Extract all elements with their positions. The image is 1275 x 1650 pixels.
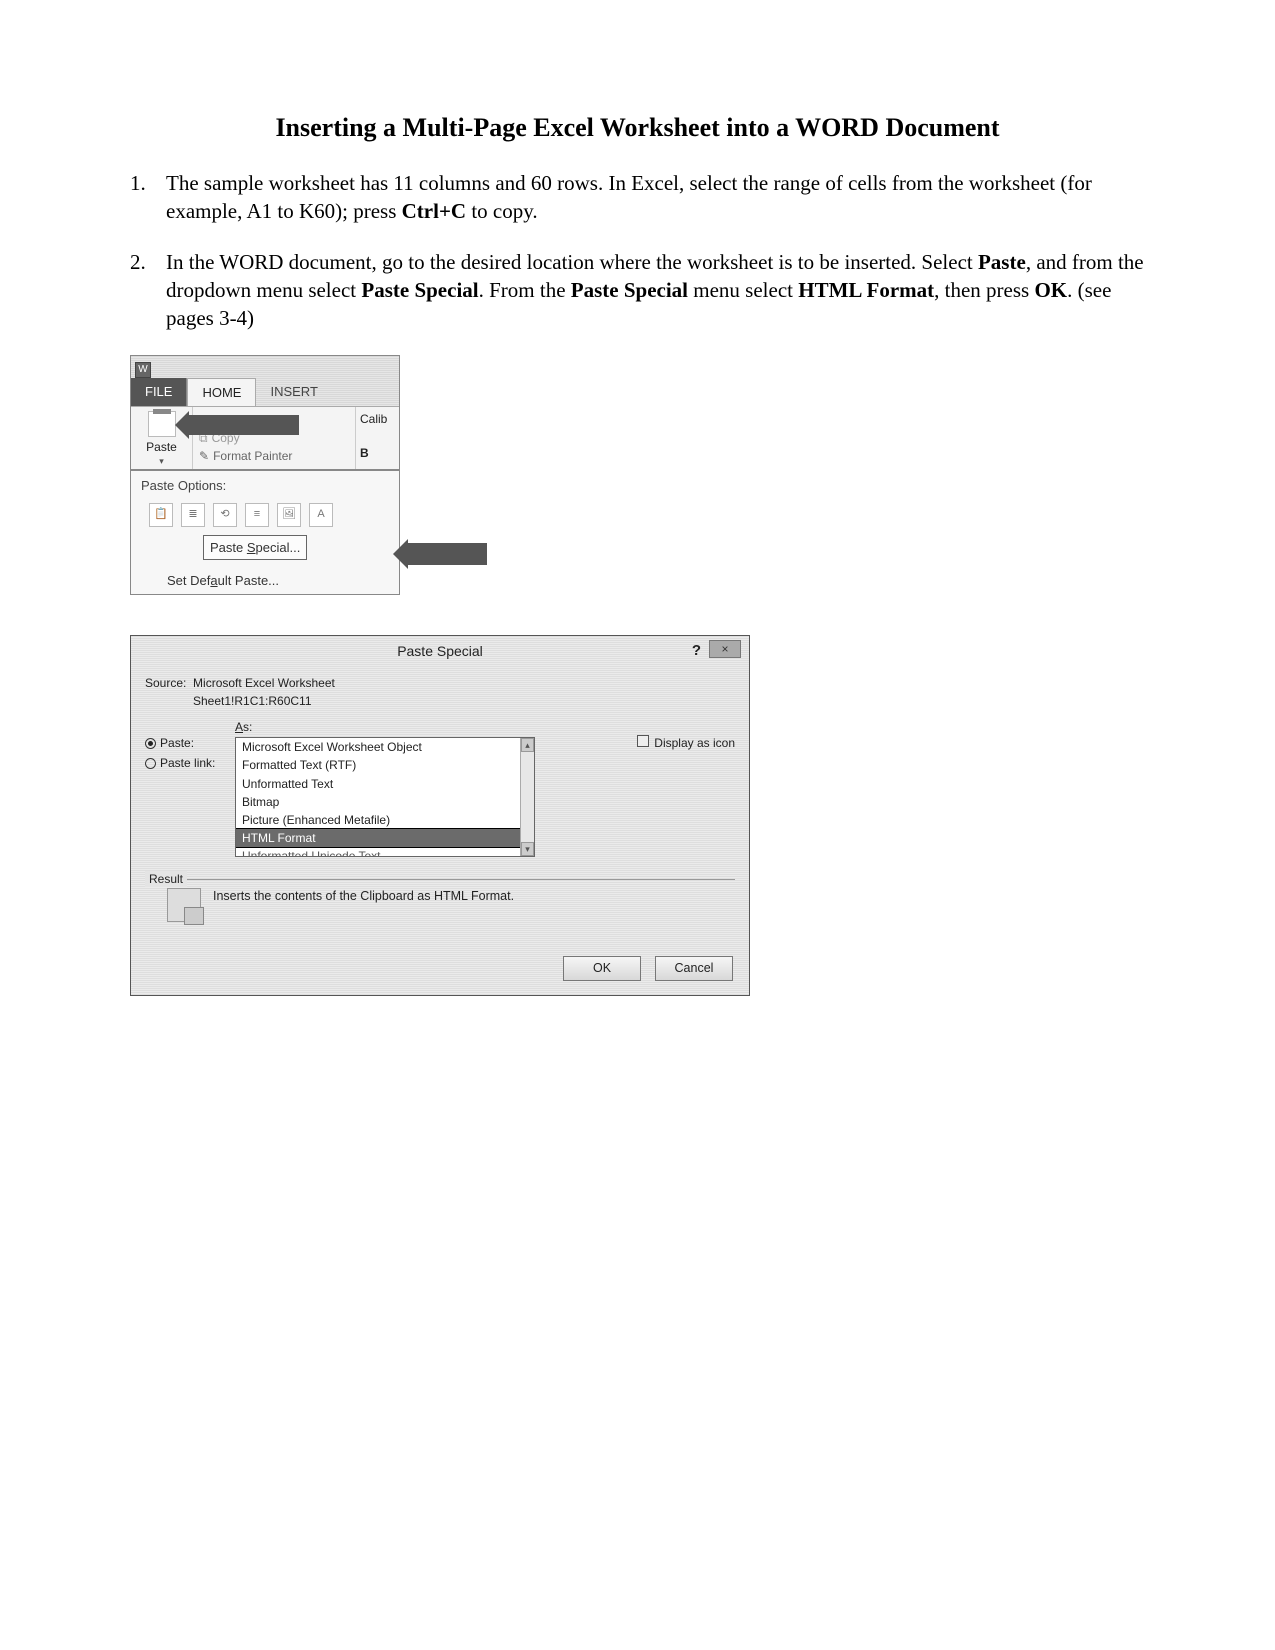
ribbon-tabs: FILE HOME INSERT [131,378,399,406]
word-ribbon: W FILE HOME INSERT Paste ▾ ✂Cut ⧉Copy ✎F… [130,355,400,470]
tab-home[interactable]: HOME [187,378,256,406]
ribbon-illustration: W FILE HOME INSERT Paste ▾ ✂Cut ⧉Copy ✎F… [130,355,1145,595]
format-listbox[interactable]: Microsoft Excel Worksheet Object Formatt… [235,737,535,857]
paste-mode-radios: Paste: Paste link: [145,719,235,857]
paste-dropdown-icon[interactable]: ▾ [133,455,190,467]
format-painter-button[interactable]: ✎Format Painter [199,447,349,465]
paste-option-icon[interactable]: ≣ [181,503,205,527]
paste-options-popup: Paste Options: 📋 ≣ ⟲ ≡ 🖼 A Paste Special… [130,470,400,595]
list-item[interactable]: Unformatted Unicode Text [236,847,534,857]
set-default-paste-menuitem[interactable]: Set Default Paste... [131,568,399,594]
radio-paste-link[interactable]: Paste link: [145,755,235,771]
list-item[interactable]: Bitmap [236,793,534,811]
bold-button[interactable]: B [360,445,395,461]
radio-paste[interactable]: Paste: [145,735,235,751]
result-icon [167,888,201,922]
arrow-annotation-2 [407,543,487,565]
titlebar: W [131,356,399,378]
step1-text-a: The sample worksheet has 11 columns and … [166,171,1092,223]
paste-option-icon[interactable]: ≡ [245,503,269,527]
list-item[interactable]: Unformatted Text [236,775,534,793]
step-1: The sample worksheet has 11 columns and … [130,169,1145,226]
paste-label: Paste [133,439,190,455]
list-item[interactable]: Microsoft Excel Worksheet Object [236,738,534,756]
step1-text-b: to copy. [466,199,538,223]
scroll-up-icon[interactable]: ▴ [521,738,534,752]
listbox-scrollbar[interactable]: ▴ ▾ [520,738,534,856]
steps-list: The sample worksheet has 11 columns and … [130,169,1145,333]
result-text: Inserts the contents of the Clipboard as… [213,888,514,905]
dialog-close-button[interactable]: × [709,640,741,658]
step2-e: . From the [479,278,571,302]
step2-i: , then press [934,278,1034,302]
as-label: As: [235,719,625,735]
dialog-help-icon[interactable]: ? [692,641,701,661]
paste-option-icon[interactable]: ⟲ [213,503,237,527]
paste-options-title: Paste Options: [131,471,399,499]
arrow-annotation-1 [189,415,299,435]
display-as-icon-checkbox[interactable]: Display as icon [637,735,735,857]
source-line-1: Source: Microsoft Excel Worksheet [145,675,735,691]
list-item[interactable]: Formatted Text (RTF) [236,756,534,774]
clipboard-group: ✂Cut ⧉Copy ✎Format Painter [193,407,355,469]
list-item[interactable]: Picture (Enhanced Metafile) [236,811,534,829]
ok-button[interactable]: OK [563,956,641,981]
result-fieldset: Result Inserts the contents of the Clipb… [145,879,735,926]
step2-j: OK [1034,278,1067,302]
source-line-2: Sheet1!R1C1:R60C11 [193,693,735,709]
step2-g: menu select [688,278,798,302]
checkbox-icon [637,735,649,747]
paste-special-menuitem[interactable]: Paste Special... [203,535,307,561]
tab-file[interactable]: FILE [131,378,187,406]
step1-shortcut: Ctrl+C [402,199,466,223]
dialog-title: Paste Special [397,643,483,659]
tab-insert[interactable]: INSERT [256,378,331,406]
step2-f: Paste Special [571,278,688,302]
page-title: Inserting a Multi-Page Excel Worksheet i… [130,110,1145,145]
paste-special-dialog: Paste Special ? × Source: Microsoft Exce… [130,635,750,996]
paste-options-icons: 📋 ≣ ⟲ ≡ 🖼 A [131,499,399,535]
word-app-icon: W [135,362,151,378]
step2-a: In the WORD document, go to the desired … [166,250,978,274]
result-legend: Result [145,871,187,887]
paste-option-icon[interactable]: 🖼 [277,503,301,527]
font-name[interactable]: Calib [360,411,395,427]
dialog-titlebar: Paste Special ? × [131,636,749,667]
font-group: Calib B [355,407,399,469]
step2-b: Paste [978,250,1026,274]
step-2: In the WORD document, go to the desired … [130,248,1145,333]
scroll-down-icon[interactable]: ▾ [521,842,534,856]
step2-h: HTML Format [798,278,934,302]
paste-option-icon[interactable]: 📋 [149,503,173,527]
step2-d: Paste Special [361,278,478,302]
ribbon-body: Paste ▾ ✂Cut ⧉Copy ✎Format Painter Calib… [131,406,399,469]
list-item-selected[interactable]: HTML Format [235,828,535,848]
paste-icon [148,411,176,437]
cancel-button[interactable]: Cancel [655,956,733,981]
paste-option-icon[interactable]: A [309,503,333,527]
